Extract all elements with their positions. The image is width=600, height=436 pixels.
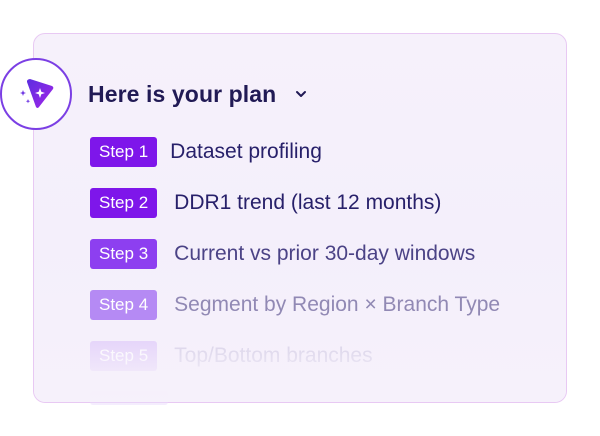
step-badge-placeholder <box>90 391 168 405</box>
step-label: Dataset profiling <box>170 140 322 163</box>
assistant-logo <box>0 58 72 130</box>
step-label: Segment by Region × Branch Type <box>174 293 501 316</box>
plan-step[interactable]: Step 4 Segment by Region × Branch Type <box>90 290 500 320</box>
plan-step[interactable]: Step 5 Top/Bottom branches <box>90 341 373 371</box>
chevron-down-icon[interactable] <box>292 85 310 103</box>
plan-title: Here is your plan <box>88 80 277 107</box>
sparkle-play-icon <box>14 70 58 119</box>
step-badge: Step 4 <box>90 290 158 320</box>
step-badge: Step 2 <box>90 188 158 218</box>
step-badge: Step 3 <box>90 239 158 269</box>
plan-header[interactable]: Here is your plan <box>88 78 310 110</box>
plan-step[interactable]: Step 1 Dataset profiling <box>90 137 322 167</box>
step-label: Top/Bottom branches <box>174 344 373 367</box>
plan-step-faded <box>90 391 168 405</box>
plan-step[interactable]: Step 2 DDR1 trend (last 12 months) <box>90 188 441 218</box>
step-label: DDR1 trend (last 12 months) <box>174 191 442 214</box>
step-badge: Step 5 <box>90 341 158 371</box>
step-label: Current vs prior 30-day windows <box>174 242 476 265</box>
plan-widget: Here is your plan Step 1 Dataset profili… <box>0 0 600 436</box>
plan-step[interactable]: Step 3 Current vs prior 30-day windows <box>90 239 475 269</box>
step-badge: Step 1 <box>90 137 158 167</box>
